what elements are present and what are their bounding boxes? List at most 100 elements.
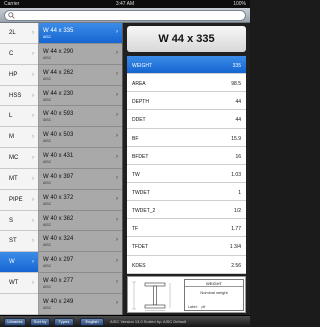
chevron-right-icon: › <box>116 133 118 140</box>
chevron-right-icon: › <box>116 29 118 35</box>
search-input[interactable] <box>4 10 246 21</box>
libraries-button[interactable]: Libraries <box>4 318 26 326</box>
chevron-right-icon: › <box>116 216 118 223</box>
shape-label: WT <box>9 280 19 287</box>
bottom-toolbar: Libraries Sort by Types English AISC Ver… <box>0 315 250 327</box>
section-title: W 44 x 335 <box>127 26 246 52</box>
property-row[interactable]: BF 15.9 <box>127 129 246 147</box>
shape-item-mt[interactable]: MT › <box>0 169 38 190</box>
shape-label: HP <box>9 71 18 78</box>
detail-panel: W 44 x 335 WEIGHT 335 AREA 98.5 DEPTH 44 DD… <box>123 23 250 315</box>
shape-item-st[interactable]: ST › <box>0 231 38 253</box>
chevron-right-icon: › <box>116 258 118 265</box>
status-bar: Carrier 3:47 AM 100% <box>0 0 250 8</box>
size-item[interactable]: W 40 x 324 AISC › <box>39 231 122 253</box>
chevron-right-icon: › <box>116 154 118 161</box>
property-value: 2.56 <box>231 262 241 269</box>
property-row[interactable]: TF 1.77 <box>127 219 246 238</box>
shape-item-wt[interactable]: WT › <box>0 273 38 294</box>
chevron-right-icon: › <box>32 71 34 78</box>
property-key: KDES <box>132 262 146 269</box>
chevron-right-icon: › <box>116 70 118 77</box>
shape-item-pipe[interactable]: PIPE › <box>0 190 38 211</box>
size-name: W 44 x 335 <box>43 28 74 34</box>
size-source: AISC <box>43 35 52 39</box>
size-name: W 40 x 431 <box>43 153 74 160</box>
search-bar <box>0 8 250 23</box>
shape-item-empty <box>0 294 38 315</box>
shape-item-2l[interactable]: 2L › <box>0 23 38 44</box>
property-value: 1 <box>238 189 241 196</box>
property-row[interactable]: KDES 2.56 <box>127 256 246 274</box>
property-key: AREA <box>132 81 146 88</box>
property-row[interactable]: WEIGHT 335 <box>127 56 246 75</box>
section-diagram: WEIGHT Nominal weight Label: plf <box>127 276 246 313</box>
property-key: BFDET <box>132 153 149 160</box>
property-row[interactable]: DEPTH 44 <box>127 92 246 111</box>
property-key: TF <box>132 226 139 233</box>
shape-item-m[interactable]: M › <box>0 127 38 149</box>
size-name: W 44 x 290 <box>43 48 74 55</box>
size-source: AISC <box>43 160 52 165</box>
shape-label: MC <box>9 155 19 162</box>
property-key: TW <box>132 171 140 178</box>
size-item[interactable]: W 40 x 431 AISC › <box>39 148 122 169</box>
weight-box-description: Nominal weight <box>200 290 228 295</box>
size-item[interactable]: W 40 x 362 AISC › <box>39 211 122 232</box>
property-row[interactable]: TW 1.03 <box>127 165 246 183</box>
chevron-right-icon: › <box>32 259 34 266</box>
size-item[interactable]: W 40 x 277 AISC › <box>39 273 122 294</box>
shape-item-l[interactable]: L › <box>0 106 38 128</box>
property-row[interactable]: TFDET 1 3/4 <box>127 237 246 256</box>
sort-by-button[interactable]: Sort by <box>30 318 50 326</box>
size-item[interactable]: W 40 x 372 AISC › <box>39 190 122 211</box>
chevron-right-icon: › <box>32 155 34 162</box>
shape-label: M <box>9 134 14 141</box>
shape-item-c[interactable]: C › <box>0 44 38 65</box>
weight-unit: plf <box>201 305 206 309</box>
size-name: W 40 x 324 <box>43 236 74 243</box>
weight-label-caption: Label: <box>188 305 198 309</box>
property-row[interactable]: BFDET 16 <box>127 147 246 165</box>
size-source: AISC <box>43 201 52 206</box>
shape-item-s[interactable]: S › <box>0 211 38 232</box>
battery-level: 100% <box>233 1 246 7</box>
weight-box-footer: Label: plf <box>185 305 245 309</box>
size-item[interactable]: W 44 x 230 AISC › <box>39 86 122 107</box>
chevron-right-icon: › <box>116 279 118 286</box>
wide-flange-diagram-icon <box>132 281 171 311</box>
size-source: AISC <box>43 264 52 269</box>
chevron-right-icon: › <box>32 196 34 203</box>
size-item[interactable]: W 40 x 503 AISC › <box>39 127 122 149</box>
shape-item-hp[interactable]: HP › <box>0 65 38 86</box>
chevron-right-icon: › <box>32 217 34 224</box>
size-item[interactable]: W 40 x 593 AISC › <box>39 106 122 128</box>
size-item[interactable]: W 44 x 262 AISC › <box>39 65 122 86</box>
shape-label: ST <box>9 238 17 245</box>
size-name: W 40 x 503 <box>43 132 74 139</box>
property-value: 1 3/4 <box>229 244 241 251</box>
weight-box-header: WEIGHT <box>185 280 243 287</box>
shape-label: S <box>9 217 14 224</box>
size-name: W 40 x 593 <box>43 111 74 118</box>
shape-item-hss[interactable]: HSS › <box>0 86 38 107</box>
size-item[interactable]: W 40 x 397 AISC › <box>39 169 122 190</box>
size-item[interactable]: W 44 x 290 AISC › <box>39 44 122 65</box>
units-button[interactable]: English <box>80 318 104 326</box>
property-row[interactable]: TWDET 1 <box>127 183 246 202</box>
types-button[interactable]: Types <box>54 318 74 326</box>
property-row[interactable]: DDET 44 <box>127 110 246 129</box>
size-item[interactable]: W 40 x 297 AISC › <box>39 252 122 274</box>
chevron-right-icon: › <box>32 30 34 36</box>
shape-item-mc[interactable]: MC › <box>0 148 38 169</box>
property-row[interactable]: TWDET_2 1/2 <box>127 201 246 220</box>
section-size-list: W 44 x 335 AISC › W 44 x 290 AISC › W 44 x 2… <box>39 23 123 315</box>
size-item[interactable]: W 44 x 335 AISC › <box>39 23 122 44</box>
property-value: 15.9 <box>231 135 241 142</box>
chevron-right-icon: › <box>32 113 34 120</box>
size-name: W 40 x 249 <box>43 298 74 305</box>
shape-item-w[interactable]: W › <box>0 252 38 274</box>
size-item[interactable]: W 40 x 249 AISC › <box>39 294 122 315</box>
property-row[interactable]: AREA 98.5 <box>127 74 246 93</box>
shape-label: C <box>9 50 14 57</box>
